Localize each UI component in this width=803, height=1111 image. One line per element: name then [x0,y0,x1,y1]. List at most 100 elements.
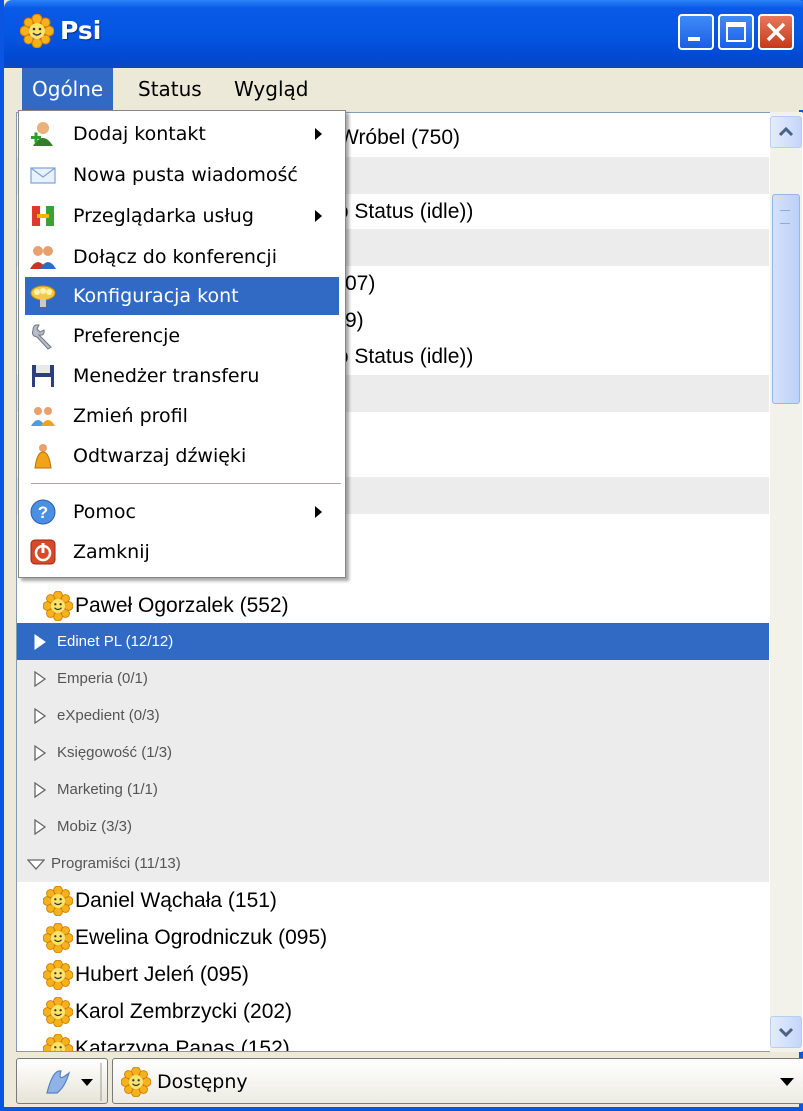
online-status-icon [43,960,73,991]
menu-new-message[interactable]: Nowa pusta wiadomość [25,156,339,194]
menu-service-browser[interactable]: Przeglądarka usług [25,197,339,235]
menu-add-contact[interactable]: Dodaj kontakt [25,115,339,153]
floppy-icon [32,365,54,387]
menu-view[interactable]: Wygląd [224,68,318,110]
menu-transfer-manager[interactable]: Menedżer transferu [25,357,339,395]
menu-separator [31,483,341,484]
general-menu-dropdown: Dodaj kontakt Nowa pusta wiadomość Przeg… [18,110,346,578]
contact-name: Karol Zembrzycki (202) [75,1000,293,1023]
chevron-right-icon [34,819,47,836]
minimize-button[interactable] [678,14,714,50]
maximize-icon [726,22,746,42]
group-header-emperia[interactable]: Emperia (0/1) [17,660,769,697]
group-label: Programiści (11/13) [51,855,181,872]
scroll-up-button[interactable] [770,116,802,148]
psi-flower-icon [20,14,54,48]
menu-item-label: Zmień profil [73,405,188,427]
scroll-grip [780,210,790,224]
group-header-expedient[interactable]: eXpedient (0/3) [17,697,769,734]
group-label: Edinet PL (12/12) [57,633,174,650]
menu-play-sounds[interactable]: Odtwarzaj dźwięki [25,437,339,475]
submenu-arrow-icon [315,506,322,518]
online-status-icon [43,997,73,1028]
roster-scrollbar[interactable] [770,112,802,1052]
menu-item-label: Dodaj kontakt [73,123,206,145]
menu-help[interactable]: ? Pomoc [25,493,339,531]
menu-change-profile[interactable]: Zmień profil [25,397,339,435]
menu-bar: Ogólne Status Wygląd [8,68,803,110]
menu-account-config[interactable]: Konfiguracja kont [25,277,339,315]
menu-item-label: Konfiguracja kont [73,285,239,307]
contact-row[interactable]: Karol Zembrzycki (202) [17,993,769,1030]
service-browser-icon [32,206,54,226]
contact-name: Ewelina Ogrodniczuk (095) [75,926,328,949]
help-icon: ? [30,499,56,525]
bell-icon [34,444,52,469]
contact-row[interactable]: 9) [345,302,769,339]
group-header-mobiz[interactable]: Mobiz (3/3) [17,808,769,845]
maximize-button[interactable] [718,14,754,50]
chevron-right-icon [34,782,47,799]
contact-row[interactable]: Hubert Jeleń (095) [17,956,769,993]
power-icon [30,539,56,565]
chevron-down-icon [778,1027,794,1038]
contact-name: Wróbel (750) [339,126,460,149]
conference-icon [30,246,56,269]
menu-item-label: Dołącz do konferencji [73,246,277,268]
menu-general[interactable]: Ogólne [22,68,114,110]
chevron-right-icon [34,708,47,725]
contact-row[interactable]: Katarzyna Panas (152) [17,1030,769,1052]
online-status-icon [43,591,73,622]
menu-quit[interactable]: Zamknij [25,533,339,571]
close-icon [766,22,786,42]
contact-row[interactable]: Daniel Wąchała (151) [17,882,769,919]
group-header-marketing[interactable]: Marketing (1/1) [17,771,769,808]
menu-status[interactable]: Status [128,68,212,110]
online-status-icon [121,1067,151,1097]
group-header-programisci[interactable]: Programiści (11/13) [17,845,769,882]
group-header-edinet[interactable]: Edinet PL (12/12) [17,623,769,660]
group-label: Marketing (1/1) [57,781,158,798]
menu-item-label: Menedżer transferu [73,365,260,387]
chevron-down-icon [780,1078,794,1086]
wrench-icon [32,324,52,350]
contact-row[interactable]: Paweł Ogorzalek (552) [17,587,769,624]
contact-name: 9) [345,309,364,332]
close-button[interactable] [758,14,794,50]
title-bar[interactable]: Psi [4,0,803,68]
contact-row[interactable]: 07) [345,265,769,302]
bottom-bar: Dostępny [16,1058,803,1104]
svg-text:?: ? [38,503,48,522]
contact-name: Katarzyna Panas (152) [75,1037,290,1052]
menu-join-conference[interactable]: Dołącz do konferencji [25,238,339,276]
contact-row[interactable]: Ewelina Ogrodniczuk (095) [17,919,769,956]
add-contact-icon [31,122,53,146]
scroll-thumb[interactable] [772,194,800,404]
group-label: Mobiz (3/3) [57,818,133,835]
contact-row[interactable]: Wróbel (750) [339,119,769,156]
status-label: Dostępny [157,1071,248,1093]
chevron-right-icon [34,745,47,762]
chevron-right-icon [34,634,46,650]
menu-item-label: Zamknij [73,541,150,563]
psi-logo-icon [46,1063,102,1101]
menu-item-label: Pomoc [73,501,136,523]
menu-preferences[interactable]: Preferencje [25,317,339,355]
contact-status-text: to Status (idle)) [331,200,474,223]
group-label: Księgowość (1/3) [57,744,173,761]
minimize-icon [688,37,700,41]
accounts-icon [30,285,56,307]
menu-item-label: Przeglądarka usług [73,205,254,227]
contact-name: 07) [345,272,376,295]
scroll-down-button[interactable] [770,1016,802,1048]
account-menu-button[interactable] [16,1058,108,1104]
status-selector[interactable]: Dostępny [112,1058,803,1104]
contact-name: Daniel Wąchała (151) [75,889,277,912]
chevron-down-icon [27,859,45,871]
profile-icon [31,407,55,426]
contact-status-text: to Status (idle)) [331,345,474,368]
menu-item-label: Preferencje [73,325,181,347]
group-label: Emperia (0/1) [57,670,148,687]
group-header-ksiegowosc[interactable]: Księgowość (1/3) [17,734,769,771]
contact-name: Paweł Ogorzalek (552) [75,594,289,617]
